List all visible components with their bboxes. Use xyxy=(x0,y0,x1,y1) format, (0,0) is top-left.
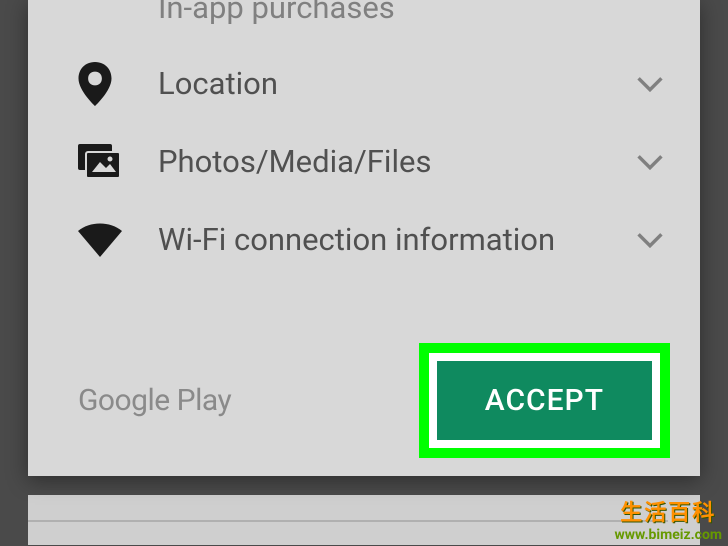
media-folder-icon xyxy=(78,144,158,180)
watermark: 生活百科 www.bimeiz.com xyxy=(614,501,722,544)
permissions-dialog: In-app purchases Location xyxy=(28,0,700,476)
permission-row-inapp[interactable]: In-app purchases xyxy=(28,0,700,45)
accept-highlight-box: ACCEPT xyxy=(419,343,670,458)
permission-label: Location xyxy=(158,64,630,104)
watermark-url: www.bimeiz.com xyxy=(614,527,722,544)
chevron-down-icon[interactable] xyxy=(630,154,670,170)
dialog-footer: Google Play ACCEPT xyxy=(28,325,700,476)
chevron-down-icon[interactable] xyxy=(630,76,670,92)
chevron-down-icon[interactable] xyxy=(630,232,670,248)
permission-row-media[interactable]: Photos/Media/Files xyxy=(28,123,700,201)
google-play-brand: Google Play xyxy=(78,383,231,418)
permission-label: Wi-Fi connection information xyxy=(158,220,630,260)
divider xyxy=(28,520,668,522)
watermark-title: 生活百科 xyxy=(614,501,722,527)
permission-label: Photos/Media/Files xyxy=(158,142,630,182)
permission-row-location[interactable]: Location xyxy=(28,45,700,123)
permissions-list: In-app purchases Location xyxy=(28,0,700,325)
permission-row-wifi[interactable]: Wi-Fi connection information xyxy=(28,201,700,279)
accept-button[interactable]: ACCEPT xyxy=(437,361,652,440)
location-pin-icon xyxy=(78,62,158,106)
wifi-icon xyxy=(78,223,158,257)
permission-label: In-app purchases xyxy=(158,0,630,28)
accept-inner-box: ACCEPT xyxy=(429,353,660,448)
